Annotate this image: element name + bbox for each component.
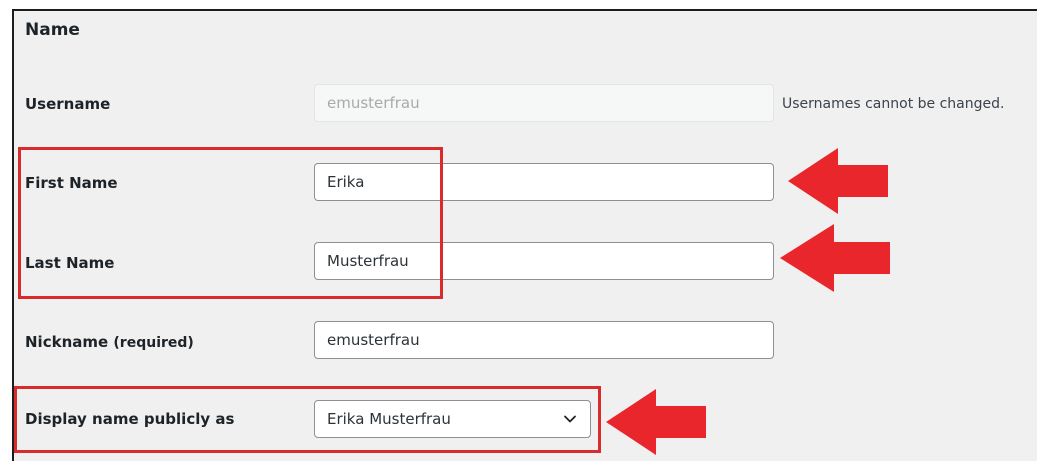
display-name-label: Display name publicly as xyxy=(25,410,235,428)
username-input xyxy=(314,84,774,122)
nickname-label-text: Nickname xyxy=(25,333,109,351)
required-marker: (required) xyxy=(113,335,194,351)
section-title: Name xyxy=(25,20,80,40)
last-name-input[interactable] xyxy=(314,242,774,280)
last-name-label: Last Name xyxy=(25,254,115,272)
first-name-label: First Name xyxy=(25,174,118,192)
username-label: Username xyxy=(25,95,111,113)
chevron-down-icon xyxy=(564,415,576,423)
display-name-select[interactable]: Erika Musterfrau xyxy=(314,400,591,438)
display-name-selected: Erika Musterfrau xyxy=(327,410,451,428)
username-note: Usernames cannot be changed. xyxy=(782,96,1005,112)
first-name-input[interactable] xyxy=(314,163,774,201)
nickname-label: Nickname (required) xyxy=(25,333,194,351)
profile-name-section xyxy=(12,9,1037,461)
nickname-input[interactable] xyxy=(314,321,774,359)
